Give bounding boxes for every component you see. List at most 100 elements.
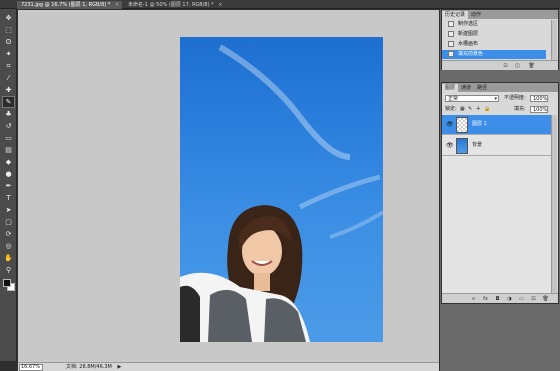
shape-tool[interactable]: ▢: [3, 217, 14, 227]
expand-arrow-icon[interactable]: ▶: [117, 364, 121, 370]
lock-label: 锁定:: [445, 106, 457, 112]
link-layers-icon[interactable]: ∞: [470, 296, 477, 302]
layer-name[interactable]: 背景: [472, 142, 482, 149]
trash-icon[interactable]: 🗑: [542, 296, 549, 302]
lock-position-icon[interactable]: ✛: [476, 106, 480, 113]
history-panel-tabs: 历史记录 动作: [442, 10, 558, 19]
history-brush-tool[interactable]: ↺: [3, 121, 14, 131]
document-tab-title: 未命名-1 @ 50% (图层 17, RGB/8) *: [128, 2, 214, 8]
document-tab-7231[interactable]: 7231.jpg @ 16.7% (图层 1, RGB/8) * ×: [17, 1, 122, 9]
photo-canvas[interactable]: [180, 37, 383, 342]
brush-tool[interactable]: ✎: [2, 96, 15, 108]
fill-field[interactable]: 100%: [530, 106, 548, 113]
close-icon[interactable]: ×: [218, 2, 222, 8]
marquee-tool[interactable]: ⬚: [3, 25, 14, 35]
cloud-wisp: [218, 44, 351, 160]
document-tab-title: 7231.jpg @ 16.7% (图层 1, RGB/8) *: [21, 2, 111, 8]
zoom-field[interactable]: 16.67%: [19, 364, 43, 371]
history-state-icon: [448, 51, 454, 57]
zoom-icon: ⚲: [5, 266, 12, 274]
history-item-label: 新建图层: [458, 31, 479, 37]
3d-camera-tool[interactable]: ◎: [3, 241, 14, 251]
trash-icon[interactable]: 🗑: [528, 63, 535, 69]
opacity-field[interactable]: 100%: [530, 95, 548, 102]
layer-thumbnail: [456, 117, 468, 133]
hand-icon: ✋: [4, 254, 13, 262]
eraser-tool[interactable]: ▭: [3, 133, 14, 143]
dodge-tool[interactable]: ●: [3, 169, 14, 179]
history-item[interactable]: 水槽画布: [442, 40, 546, 49]
history-scrollbar[interactable]: [551, 20, 557, 60]
history-item[interactable]: 制作选区: [442, 20, 546, 29]
panel-dock: 历史记录 动作 制作选区新建图层水槽画布 填充前景色 ⊡ ◫ 🗑 图层 通道 路径…: [440, 9, 560, 371]
document-tab-untitled-1[interactable]: 未命名-1 @ 50% (图层 17, RGB/8) * ×: [124, 1, 232, 9]
eyedropper-tool[interactable]: ⁄: [3, 73, 14, 83]
lock-image-icon[interactable]: ✎: [468, 106, 472, 113]
cloud-wisp: [329, 210, 383, 239]
quick-select-tool[interactable]: ✦: [3, 49, 14, 59]
lasso-icon: ʘ: [5, 38, 12, 46]
move-icon: ✥: [5, 14, 12, 22]
tab-history[interactable]: 历史记录: [442, 11, 469, 19]
history-item[interactable]: 填充前景色: [442, 50, 546, 59]
close-icon[interactable]: ×: [115, 2, 119, 8]
adjustment-layer-icon[interactable]: ◑: [506, 296, 513, 302]
path-select-tool[interactable]: ➤: [3, 205, 14, 215]
3d-rotate-tool[interactable]: ⟳: [3, 229, 14, 239]
history-item[interactable]: 新建图层: [442, 30, 546, 39]
dodge-icon: ●: [5, 170, 12, 178]
neck: [254, 273, 270, 291]
document-tab-bar: 7231.jpg @ 16.7% (图层 1, RGB/8) * × 未命名-1…: [0, 0, 560, 9]
portrait-photo: [180, 44, 383, 342]
new-layer-icon[interactable]: ⊡: [530, 296, 537, 302]
new-group-icon[interactable]: ▭: [518, 296, 525, 302]
layer-row[interactable]: 👁 背景: [442, 136, 554, 156]
cloud-wisp: [298, 174, 381, 210]
eraser-icon: ▭: [5, 134, 12, 142]
add-mask-icon[interactable]: ◘: [494, 296, 501, 302]
blend-mode-value: 正常: [448, 96, 459, 102]
path-select-icon: ➤: [5, 206, 12, 214]
blur-icon: ◆: [5, 158, 12, 166]
grey-vest: [264, 298, 306, 342]
tab-paths[interactable]: 路径: [474, 84, 490, 92]
crop-tool[interactable]: ⌗: [3, 61, 14, 71]
3d-rotate-icon: ⟳: [5, 230, 12, 238]
new-snapshot-icon[interactable]: ⊡: [502, 63, 509, 69]
pen-tool[interactable]: ✒: [3, 181, 14, 191]
layers-panel-tabs: 图层 通道 路径: [442, 83, 558, 92]
gradient-tool[interactable]: ▤: [3, 145, 14, 155]
layers-list: 👁 图层 1 👁 背景: [442, 115, 554, 293]
layers-scrollbar[interactable]: [551, 115, 557, 293]
layer-row[interactable]: 👁 图层 1: [442, 115, 554, 135]
tools-panel: ✥ ⬚ ʘ ✦ ⌗ ⁄ ✚ ✎ ♣ ↺ ▭ ▤ ◆ ● ✒ T ➤ ▢ ⟳ ◎ ✋ ⚲: [0, 9, 17, 361]
fx-icon[interactable]: fx: [482, 296, 489, 302]
tab-actions[interactable]: 动作: [468, 11, 484, 19]
eye-icon[interactable]: 👁: [446, 142, 454, 149]
blend-mode-select[interactable]: 正常 ▾: [445, 95, 499, 102]
layer-name[interactable]: 图层 1: [472, 121, 487, 128]
lock-transparent-icon[interactable]: ▦: [460, 106, 465, 113]
quick-select-icon: ✦: [5, 50, 12, 58]
zoom-tool[interactable]: ⚲: [3, 265, 14, 275]
tab-channels[interactable]: 通道: [458, 84, 474, 92]
move-tool[interactable]: ✥: [3, 13, 14, 23]
lasso-tool[interactable]: ʘ: [3, 37, 14, 47]
blur-tool[interactable]: ◆: [3, 157, 14, 167]
history-state-icon: [448, 31, 454, 37]
canvas-area[interactable]: [18, 10, 439, 362]
history-brush-icon: ↺: [5, 122, 12, 130]
type-tool[interactable]: T: [3, 193, 14, 203]
clone-stamp-tool[interactable]: ♣: [3, 109, 14, 119]
lock-all-icon[interactable]: 🔒: [484, 106, 490, 113]
hand-tool[interactable]: ✋: [3, 253, 14, 263]
eye-icon[interactable]: 👁: [446, 121, 454, 128]
marquee-icon: ⬚: [5, 26, 12, 34]
healing-brush-tool[interactable]: ✚: [3, 85, 14, 95]
history-panel: 历史记录 动作 制作选区新建图层水槽画布 填充前景色 ⊡ ◫ 🗑: [441, 9, 559, 70]
foreground-color-swatch[interactable]: [3, 279, 11, 287]
tab-layers[interactable]: 图层: [442, 84, 459, 92]
new-document-icon[interactable]: ◫: [514, 63, 521, 69]
opacity-label: 不透明度:: [504, 95, 526, 101]
layers-panel: 图层 通道 路径 正常 ▾ 不透明度: 100% 锁定: ▦ ✎ ✛ 🔒 填充:…: [441, 82, 559, 304]
